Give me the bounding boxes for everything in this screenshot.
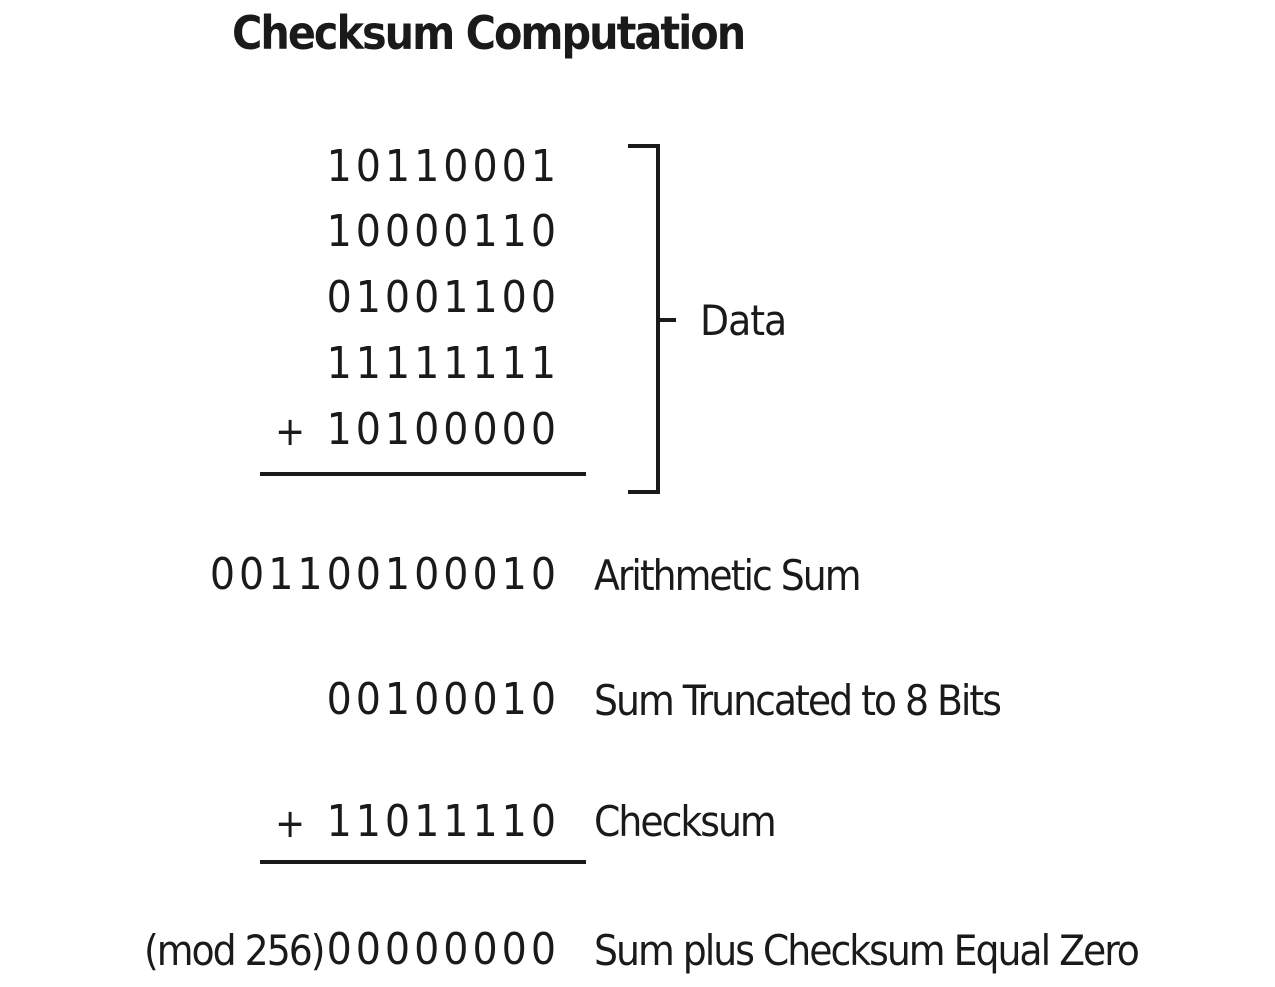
diagram-title: Checksum Computation — [232, 6, 746, 60]
truncated-sum-label: Sum Truncated to 8 Bits — [594, 676, 1002, 725]
data-label: Data — [700, 296, 787, 345]
data-bracket — [628, 144, 676, 494]
sum-rule — [260, 472, 586, 476]
result-value: 00000000 — [326, 924, 560, 975]
checksum-label: Checksum — [594, 797, 777, 846]
data-byte-5: 10100000 — [326, 404, 560, 455]
data-byte-2: 10000110 — [326, 206, 560, 257]
data-byte-3: 01001100 — [326, 272, 560, 323]
checksum-value: 11011110 — [326, 796, 560, 847]
data-byte-1: 10110001 — [326, 141, 560, 192]
result-label: Sum plus Checksum Equal Zero — [594, 926, 1140, 975]
data-byte-4: 11111111 — [326, 338, 560, 389]
truncated-sum-value: 00100010 — [326, 674, 560, 725]
arithmetic-sum-label: Arithmetic Sum — [594, 551, 862, 600]
checksum-rule — [260, 860, 586, 864]
arithmetic-sum-value: 001100100010 — [209, 549, 560, 600]
